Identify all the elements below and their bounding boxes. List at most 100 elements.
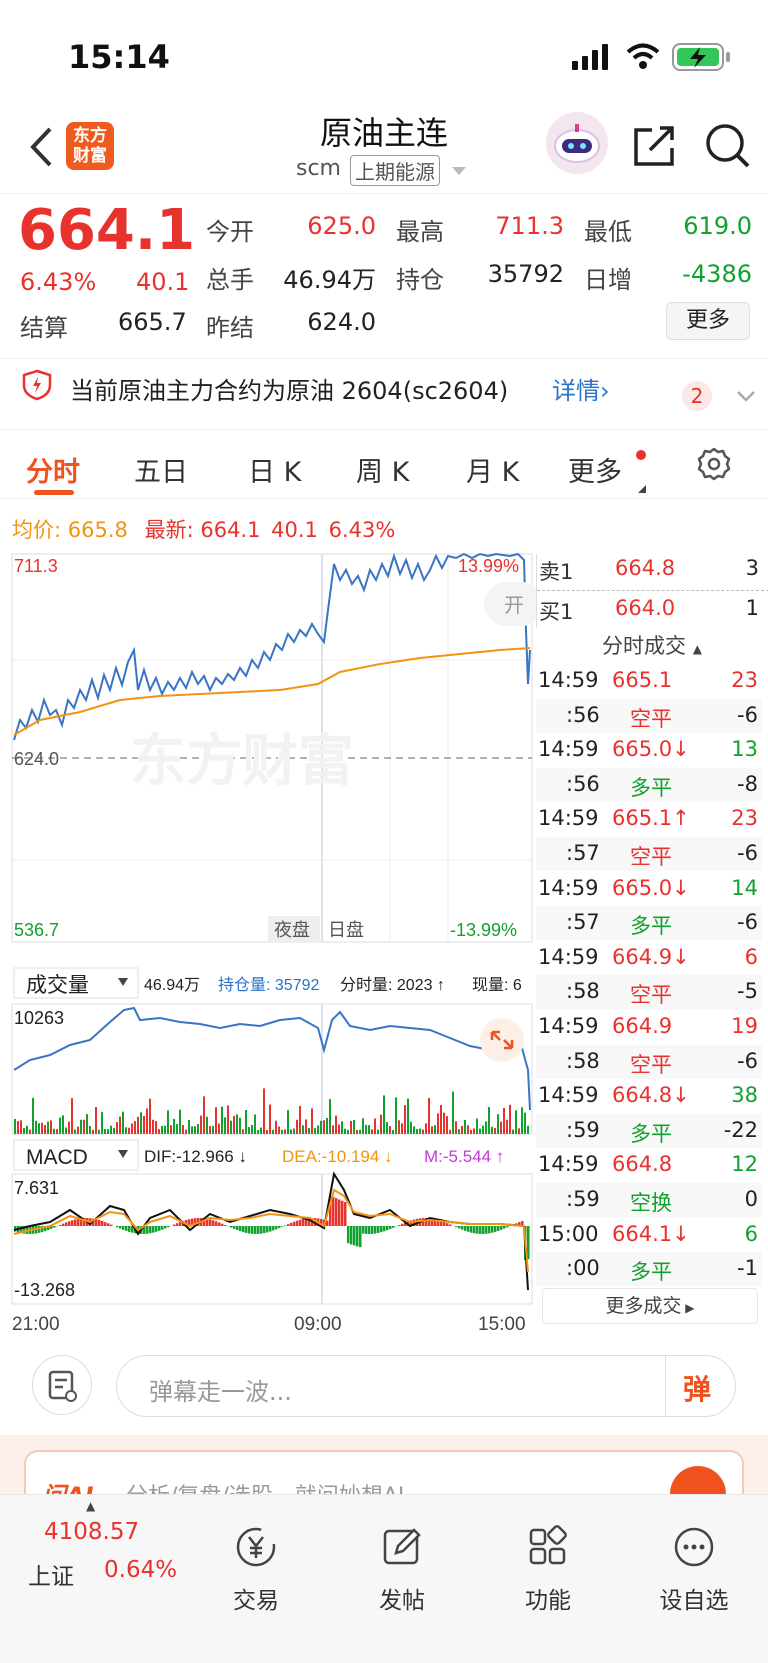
tab-five-day[interactable]: 五日 [134,450,188,489]
volume-bar [14,1118,16,1134]
tab-intraday[interactable]: 分时 [26,450,80,489]
volume-bar [224,1117,226,1134]
volume-bar [317,1125,319,1134]
settle-label: 结算 [20,314,68,342]
volume-bar [386,1122,388,1134]
notice-bar[interactable]: 当前原油主力合约为原油 2604(sc2604) 详情› 2 [0,359,768,429]
notice-detail-link[interactable]: 详情› [552,371,610,406]
trades-header[interactable]: 分时成交 ▲ [536,630,768,660]
volume-bar [161,1125,163,1134]
volume-bar [254,1114,256,1134]
nav-post[interactable]: 发帖 [352,1525,452,1615]
nav-trade[interactable]: 交易 [206,1525,306,1615]
volume-bar [356,1129,358,1134]
volume-bar [437,1113,439,1134]
trade-row: :59 空换 0 [536,1183,762,1217]
macd-bar [278,1226,281,1229]
trade-qty: 23 [731,806,758,831]
macd-bar [374,1226,377,1234]
macd-bar [368,1226,371,1234]
volume-bar [263,1088,265,1134]
robot-assistant-icon[interactable] [546,112,608,174]
volume-bar [485,1121,487,1134]
pct-axis-bottom: -13.99% [450,920,517,940]
macd-bar [470,1226,473,1233]
share-icon[interactable] [632,124,678,172]
volume-bar [122,1111,124,1134]
macd-bar [251,1226,254,1234]
gear-icon[interactable] [696,446,732,486]
macd-bar [71,1220,74,1226]
volume-bar [521,1107,523,1134]
trade-price: 空平 [630,1052,672,1077]
nav-function[interactable]: 功能 [498,1525,598,1615]
nav-watchlist[interactable]: 设自选 [644,1525,744,1615]
volume-bar [110,1125,112,1134]
more-stats-button[interactable]: 更多 [666,302,750,340]
tab-monthly-k[interactable]: 月 K [466,450,519,489]
trade-row: 14:59 664.8 12 [536,1148,762,1182]
tab-more[interactable]: 更多 [568,450,622,489]
index-value[interactable]: 4108.57 [44,1519,139,1545]
macd-bar [128,1226,131,1232]
volume-bar [101,1112,103,1134]
volume-bar [266,1129,268,1134]
notice-detail-label: 详情 [552,377,600,405]
macd-bar [341,1200,344,1226]
macd-bar [68,1221,71,1226]
volume-bar [290,1129,292,1134]
volume-bar [158,1129,160,1134]
macd-bar [257,1226,260,1234]
macd-bar [443,1222,446,1226]
volume-bar [341,1121,343,1134]
more-trades-button[interactable]: 更多成交 ▶ [542,1288,758,1324]
macd-bar [338,1199,341,1226]
tab-daily-k[interactable]: 日 K [248,450,301,489]
danmu-button[interactable]: 弹 [683,1368,711,1408]
volume-bar [23,1127,25,1134]
search-icon[interactable] [704,122,752,174]
trade-time: 14:59 [538,1083,599,1108]
summary-line: 均价: 665.8 最新: 664.1 40.1 6.43% [12,514,395,544]
volume-bar [470,1129,472,1134]
volume-bar [515,1110,517,1134]
trade-qty: -5 [737,979,758,1004]
comment-input[interactable]: 弹幕走一波... 弹 [116,1355,736,1417]
comment-settings-icon[interactable] [32,1355,92,1415]
notice-count-badge: 2 [682,381,712,411]
order-book: 卖1 664.8 3 买1 664.0 1 [536,554,768,628]
volume-bar [428,1097,430,1134]
macd-bar [62,1223,65,1226]
index-pct[interactable]: 0.64% [104,1557,177,1583]
volume-bar [104,1128,106,1134]
trade-qty: -6 [737,702,758,727]
bottom-nav: ▲ 4108.57 上证 0.64% 交易 发帖 功能 设自选 [0,1494,768,1663]
trade-row: :58 空平 -6 [536,1044,762,1079]
trade-row: 14:59 665.0↓ 14 [536,872,762,906]
intraday-chart[interactable]: 东方财富 711.3 624.0 536.7 13.99% -13.99% 夜盘… [0,550,536,1340]
chevron-down-icon[interactable] [736,387,756,406]
volume-bar [149,1098,151,1134]
macd-bar [260,1226,263,1234]
tab-weekly-k[interactable]: 周 K [356,450,409,489]
index-name[interactable]: 上证 [28,1557,74,1591]
price-axis-mid: 624.0 [14,749,59,769]
last-price: 664.1 [18,198,196,263]
macd-bar [119,1226,122,1229]
volume-bar [293,1128,295,1134]
trade-price: 665.1 [612,668,673,692]
index-up-icon: ▲ [86,1499,96,1513]
fullscreen-icon[interactable] [480,1018,524,1062]
volume-bar [257,1129,259,1134]
pct-axis-top: 13.99% [458,556,519,576]
trade-row: :57 空平 -6 [536,837,762,871]
macd-bar [221,1223,224,1226]
trade-price: 空平 [630,706,672,731]
caret-down-icon[interactable] [452,162,466,181]
volume-bar [29,1129,31,1134]
bid1-qty: 1 [745,596,759,620]
macd-bar [161,1226,164,1230]
volume-bar [497,1114,499,1134]
volume-bar [182,1125,184,1134]
volume-bar [239,1117,241,1134]
